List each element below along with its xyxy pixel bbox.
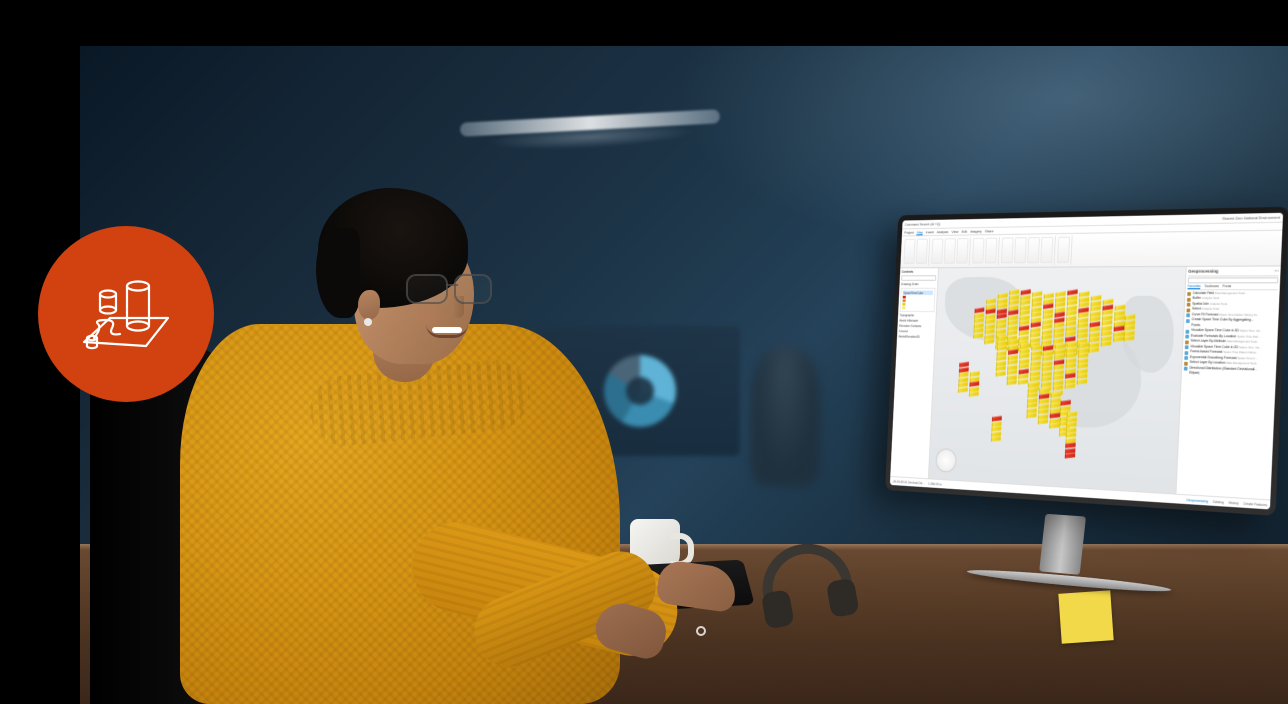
tool-icon [1185, 335, 1189, 339]
ribbon-button[interactable] [1057, 237, 1070, 263]
app-window[interactable]: Command Search (Alt+Q) Shared Zero Natio… [890, 213, 1283, 510]
blank-icon [1186, 324, 1190, 328]
contents-search[interactable] [901, 275, 936, 280]
search-box[interactable]: Command Search (Alt+Q) [905, 222, 941, 227]
layer-item[interactable]: Topographic [899, 314, 934, 318]
tab-imagery[interactable]: Imagery [970, 229, 982, 234]
tab-favorites[interactable]: Favorites [1187, 284, 1200, 289]
tab-project[interactable]: Project [904, 230, 914, 235]
compass-icon[interactable] [935, 448, 957, 473]
tab-insert[interactable]: Insert [926, 230, 934, 235]
ceiling-light [460, 109, 720, 137]
monitor-bezel: Command Search (Alt+Q) Shared Zero Natio… [885, 207, 1288, 516]
tab-map[interactable]: Map [917, 229, 923, 234]
tab-portal[interactable]: Portal [1222, 284, 1231, 289]
tool-item[interactable]: Ellipse) [1184, 371, 1275, 379]
bottom-tabs[interactable]: Geoprocessing Catalog History Create Fea… [1183, 498, 1268, 507]
head [310, 188, 482, 384]
pane-menu-icon[interactable]: ⋯ [1274, 268, 1279, 274]
ear [358, 290, 380, 320]
contents-title: Contents [902, 270, 937, 274]
elevation-readout: 1,386.09 m [928, 482, 942, 486]
ribbon-button[interactable] [1027, 237, 1040, 263]
geoprocessing-title: Geoprocessing [1188, 269, 1218, 275]
person [120, 144, 660, 704]
layer-item[interactable]: Elevation Surfaces [899, 324, 934, 328]
tool-label: Buffer Analysis Tools [1192, 297, 1219, 301]
layer-item[interactable]: World Hillshade [899, 319, 934, 323]
tab-analysis[interactable]: Analysis [937, 229, 949, 234]
background-person [750, 346, 820, 486]
ribbon-button[interactable] [931, 239, 943, 264]
tool-icon [1184, 356, 1188, 360]
ring [696, 626, 706, 636]
bottom-tab-catalog[interactable]: Catalog [1212, 499, 1223, 504]
tool-search[interactable] [1188, 277, 1279, 283]
tool-label: Points [1191, 324, 1200, 328]
map-view[interactable] [929, 267, 1186, 494]
monitor: Command Search (Alt+Q) Shared Zero Natio… [822, 206, 1282, 616]
ribbon-button[interactable] [916, 239, 928, 264]
tool-icon [1185, 351, 1189, 355]
tool-label: Spatial Join Analysis Tools [1192, 302, 1227, 306]
tool-label: Ellipse) [1189, 372, 1200, 376]
coords-readout: -49.09,89.51 Decimal De... [892, 479, 924, 485]
ribbon-button[interactable] [904, 239, 916, 264]
3d-analysis-icon [76, 264, 176, 364]
hammer-icon [1187, 292, 1191, 296]
hammer-icon [1187, 303, 1191, 307]
layer-legend[interactable]: SpaceTimeCube [900, 288, 936, 312]
tab-share[interactable]: Share [985, 229, 994, 234]
tool-list[interactable]: Calculate Field Data Management ToolsBuf… [1184, 291, 1278, 379]
monitor-stand-neck [1039, 514, 1086, 575]
ribbon-button[interactable] [1001, 238, 1014, 264]
tab-edit[interactable]: Edit [961, 229, 967, 234]
bottom-tab-geoprocessing[interactable]: Geoprocessing [1186, 498, 1208, 503]
ribbon-button[interactable] [985, 238, 997, 264]
earring [364, 318, 372, 326]
tool-icon [1185, 329, 1189, 333]
hammer-icon [1186, 308, 1190, 312]
tab-view[interactable]: View [952, 229, 959, 234]
geoprocessing-tabs[interactable]: Favorites Toolboxes Portal [1187, 284, 1278, 290]
tool-icon [1184, 367, 1188, 371]
nose [452, 296, 464, 318]
bottom-tab-history[interactable]: History [1228, 500, 1238, 505]
ribbon-button[interactable] [1014, 237, 1027, 263]
space-time-cube-visualization [952, 280, 1162, 472]
tool-icon [1185, 345, 1189, 349]
tool-icon [1186, 319, 1190, 323]
hammer-icon [1187, 297, 1191, 301]
monitor-stand-base [967, 567, 1172, 595]
bottom-tab-create-features[interactable]: Create Features [1243, 501, 1267, 506]
feature-badge [38, 226, 214, 402]
hero-photo: Command Search (Alt+Q) Shared Zero Natio… [80, 46, 1288, 704]
ribbon[interactable] [900, 231, 1282, 269]
window-title: Shared Zero National Environment [1222, 215, 1280, 221]
blank-icon [1184, 372, 1188, 376]
tool-label: Calculate Field Data Management Tools [1193, 292, 1245, 296]
tool-icon [1186, 313, 1190, 317]
layer-item[interactable]: WorldElevation3D [898, 335, 933, 339]
layer-item[interactable]: Ground [899, 330, 934, 334]
tool-label: Select Analysis Tools [1192, 308, 1219, 312]
hammer-icon [1185, 340, 1189, 344]
ribbon-button[interactable] [1040, 237, 1053, 263]
ribbon-button[interactable] [944, 238, 956, 263]
drawing-order-label: Drawing Order [901, 282, 936, 286]
tool-label: Create Space Time Cube By Aggregating... [1191, 318, 1253, 322]
ribbon-button[interactable] [956, 238, 968, 263]
hammer-icon [1184, 361, 1188, 365]
ribbon-button[interactable] [972, 238, 984, 264]
tab-toolboxes[interactable]: Toolboxes [1204, 284, 1219, 289]
geoprocessing-pane[interactable]: Geoprocessing ⋯ Favorites Toolboxes Port… [1175, 266, 1280, 499]
